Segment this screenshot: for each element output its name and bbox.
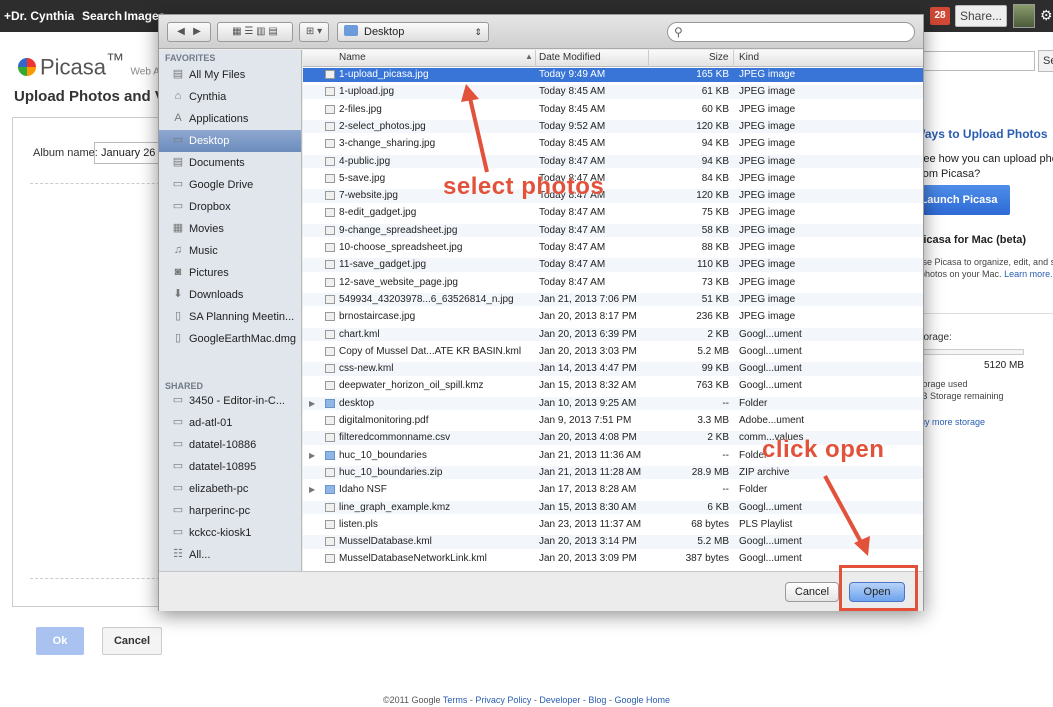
open-arrow-head	[854, 536, 870, 556]
select-arrow-head	[461, 84, 479, 102]
select-arrow-line	[468, 97, 489, 173]
open-arrow-line	[823, 475, 864, 545]
annotation-arrows	[461, 84, 870, 556]
